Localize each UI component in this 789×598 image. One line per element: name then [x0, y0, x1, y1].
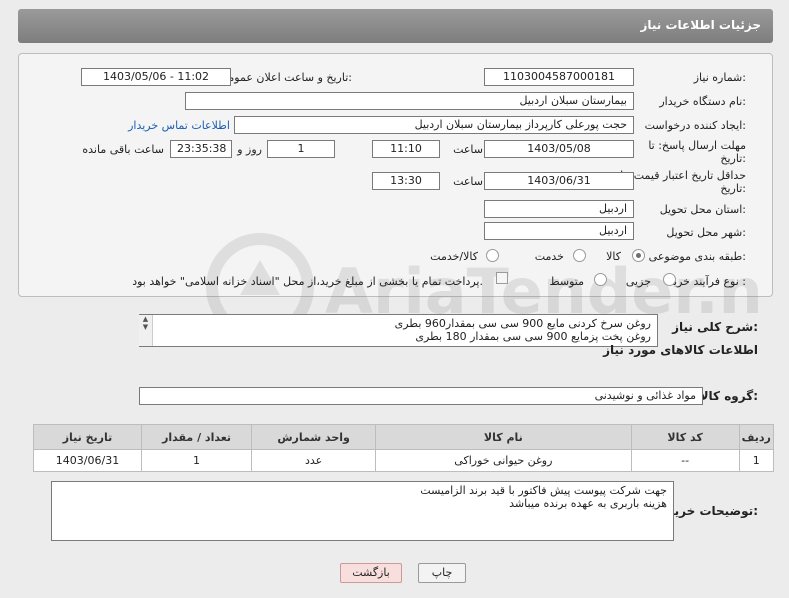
treasury-payment-checkbox[interactable] — [496, 272, 508, 284]
deadline-date-field: 1403/05/08 — [484, 140, 634, 158]
process-label: نوع فرآیند خرید : — [668, 275, 746, 288]
cell-row: 1 — [738, 449, 775, 472]
buyer-notes-line: جهت شرکت پیوست پیش فاکتور با قید برند ال… — [420, 484, 667, 497]
need-number-label: شماره نیاز: — [693, 71, 746, 84]
validity-time-field: 13:30 — [372, 172, 440, 190]
page-title: جزئیات اطلاعات نیاز — [640, 18, 761, 32]
remaining-field: 23:35:38 — [170, 140, 232, 158]
cell-date: 1403/06/31 — [33, 449, 142, 472]
city-label: شهر محل تحویل: — [666, 226, 746, 239]
scroll-up-icon[interactable]: ▲ — [143, 315, 148, 323]
validity-label: حداقل تاریخ اعتبار قیمت: تا — [620, 169, 746, 182]
col-qty: تعداد / مقدار — [140, 424, 253, 450]
table-row: 1 -- روغن حیوانی خوراکی عدد 1 1403/06/31 — [33, 449, 775, 472]
process-radio-medium[interactable] — [594, 273, 607, 286]
buyer-notes-textarea: جهت شرکت پیوست پیش فاکتور با قید برند ال… — [51, 481, 674, 541]
description-textarea: روغن سرخ کردنی مایع 900 سی سی بمقدار960 … — [139, 314, 658, 347]
category-option-goods: کالا — [606, 250, 621, 263]
goods-table: ردیف کد کالا نام کالا واحد شمارش تعداد /… — [33, 424, 775, 472]
cell-name: روغن حیوانی خوراکی — [375, 449, 632, 472]
buyer-org-label: نام دستگاه خریدار: — [659, 95, 746, 108]
creator-field: حجت پورعلی کارپرداز بیمارستان سبلان اردب… — [234, 116, 634, 134]
col-date: تاریخ نیاز — [33, 424, 142, 450]
province-label: استان محل تحویل: — [659, 203, 746, 216]
days-label: روز و — [237, 143, 262, 156]
col-row: ردیف — [738, 424, 775, 450]
validity-time-label: ساعت — [453, 175, 483, 188]
deadline-label-date: تاریخ: — [720, 152, 746, 165]
cell-code: -- — [630, 449, 740, 472]
print-button[interactable]: چاپ — [418, 563, 466, 583]
category-radio-service[interactable] — [573, 249, 586, 262]
goods-section-title: اطلاعات کالاهای مورد نیاز — [603, 343, 758, 357]
announce-field: 1403/05/06 - 11:02 — [81, 68, 231, 86]
deadline-time-label: ساعت — [453, 143, 483, 156]
process-option-medium: متوسط — [549, 275, 584, 288]
remaining-label: ساعت باقی مانده — [82, 143, 164, 156]
category-option-service: خدمت — [534, 250, 564, 263]
goods-group-field: مواد غذائی و نوشیدنی — [139, 387, 703, 405]
city-field: اردبیل — [484, 222, 634, 240]
announce-label: تاریخ و ساعت اعلان عمومی: — [219, 71, 352, 84]
buyer-contact-link[interactable]: اطلاعات تماس خریدار — [128, 119, 230, 132]
deadline-time-field: 11:10 — [372, 140, 440, 158]
back-button[interactable]: بازگشت — [340, 563, 402, 583]
col-name: نام کالا — [375, 424, 632, 450]
description-line: روغن پخت پزمایع 900 سی سی بمقدار 180 بطر… — [415, 330, 651, 343]
col-unit: واحد شمارش — [251, 424, 377, 450]
cell-qty: 1 — [140, 449, 253, 472]
description-scrollbar[interactable]: ▲ ▼ — [139, 315, 153, 346]
category-radio-both[interactable] — [486, 249, 499, 262]
deadline-label: مهلت ارسال پاسخ: تا — [648, 139, 746, 152]
buyer-org-field: بیمارستان سبلان اردبیل — [185, 92, 634, 110]
need-number-field: 1103004587000181 — [484, 68, 634, 86]
treasury-payment-note: پرداخت تمام یا بخشی از مبلغ خرید،از محل … — [132, 275, 483, 288]
creator-label: ایجاد کننده درخواست: — [644, 119, 746, 132]
goods-table-header: ردیف کد کالا نام کالا واحد شمارش تعداد /… — [33, 424, 775, 450]
description-line: روغن سرخ کردنی مایع 900 سی سی بمقدار960 … — [394, 317, 651, 330]
col-code: کد کالا — [630, 424, 740, 450]
validity-date-field: 1403/06/31 — [484, 172, 634, 190]
category-option-both: کالا/خدمت — [430, 250, 478, 263]
province-field: اردبیل — [484, 200, 634, 218]
cell-unit: عدد — [251, 449, 377, 472]
process-option-minor: جزیی — [625, 275, 651, 288]
validity-label-date: تاریخ: — [720, 182, 746, 195]
goods-group-label: گروه کالا: — [699, 389, 758, 403]
category-label: طبقه بندی موضوعی: — [648, 250, 746, 263]
scroll-down-icon[interactable]: ▼ — [143, 323, 148, 331]
header-bar: جزئیات اطلاعات نیاز — [18, 9, 773, 43]
description-label: شرح کلی نیاز: — [672, 320, 758, 334]
days-field: 1 — [267, 140, 335, 158]
buyer-notes-line: هزینه باربری به عهده برنده میباشد — [509, 497, 667, 510]
process-radio-minor[interactable] — [663, 273, 676, 286]
category-radio-goods[interactable] — [632, 249, 645, 262]
